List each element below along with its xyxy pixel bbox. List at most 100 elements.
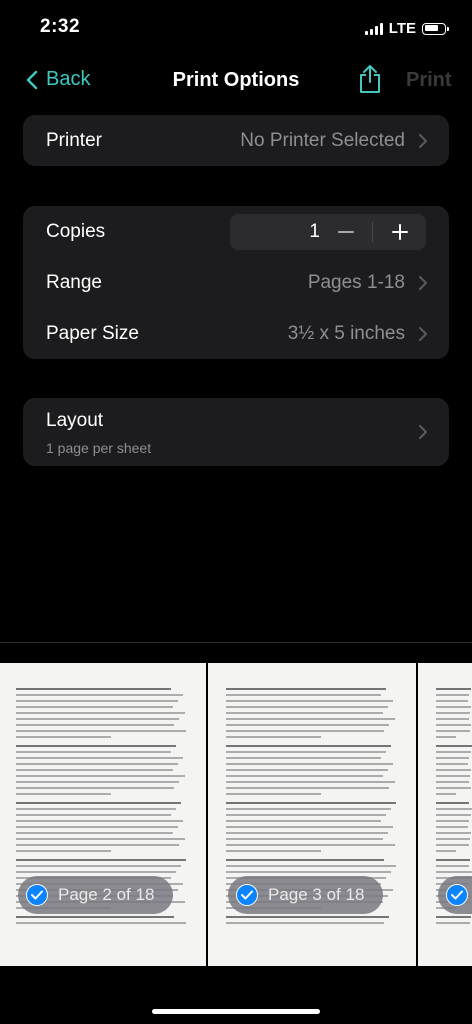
printer-label: Printer (46, 129, 102, 151)
text-line (436, 769, 471, 771)
text-line (436, 688, 471, 690)
text-line (226, 730, 385, 732)
text-line (436, 793, 456, 795)
text-line (16, 787, 175, 789)
minus-icon (337, 231, 354, 233)
text-line (436, 808, 472, 810)
text-line (226, 736, 321, 738)
navigation-bar: Back Print Options Print (0, 58, 472, 104)
text-line (226, 712, 383, 714)
text-line (226, 826, 393, 828)
text-line (226, 694, 381, 696)
network-label: LTE (388, 20, 416, 37)
page-preview[interactable]: Page 2 of 18 (0, 663, 206, 966)
home-indicator (152, 1009, 320, 1014)
text-line (226, 787, 390, 789)
text-line (226, 718, 395, 720)
text-line (436, 859, 471, 861)
text-line (16, 700, 178, 702)
range-row[interactable]: Range Pages 1-18 (23, 257, 449, 308)
text-line (436, 700, 469, 702)
text-line (16, 871, 176, 873)
print-button[interactable]: Print (406, 69, 452, 92)
text-line (436, 724, 472, 726)
text-line (436, 694, 470, 696)
text-line (226, 781, 395, 783)
text-line (436, 706, 471, 708)
text-line (16, 763, 178, 765)
page-preview[interactable]: Page 3 of 18 (208, 663, 416, 966)
range-value: Pages 1-18 (307, 271, 405, 293)
page-badge (438, 876, 472, 914)
increment-button[interactable] (373, 214, 426, 250)
text-line (436, 850, 456, 852)
text-line (226, 832, 388, 834)
text-line (226, 922, 385, 924)
printer-row[interactable]: Printer No Printer Selected (23, 115, 449, 166)
text-line (226, 844, 395, 846)
decrement-button[interactable] (319, 214, 372, 250)
copies-stepper (319, 214, 426, 250)
checkmark-icon (26, 884, 48, 906)
text-line (16, 736, 111, 738)
text-line (436, 814, 471, 816)
paper-size-row[interactable]: Paper Size 3½ x 5 inches (23, 308, 449, 359)
text-line (436, 718, 469, 720)
copies-row: Copies 1 (23, 206, 449, 257)
text-line (16, 745, 176, 747)
text-line (226, 871, 392, 873)
text-line (436, 826, 469, 828)
layout-row[interactable]: Layout 1 page per sheet (23, 398, 449, 466)
text-line (436, 775, 470, 777)
status-bar: 2:32 LTE (0, 0, 472, 58)
range-label: Range (46, 271, 102, 293)
text-line (226, 775, 383, 777)
text-line (16, 916, 175, 918)
chevron-right-icon (419, 326, 427, 341)
text-line (226, 751, 386, 753)
text-line (226, 793, 321, 795)
text-line (226, 688, 386, 690)
text-line (226, 916, 390, 918)
text-line (16, 802, 182, 804)
text-line (16, 814, 171, 816)
text-line (16, 724, 175, 726)
text-line (16, 844, 180, 846)
text-line (436, 865, 470, 867)
text-line (436, 781, 469, 783)
text-line (436, 838, 470, 840)
layout-group: Layout 1 page per sheet (23, 398, 449, 466)
text-line (226, 757, 381, 759)
text-line (436, 844, 469, 846)
share-button[interactable] (358, 64, 382, 99)
text-line (16, 850, 111, 852)
text-line (226, 745, 392, 747)
checkmark-icon (446, 884, 468, 906)
text-line (16, 808, 176, 810)
share-icon (360, 65, 380, 93)
copies-label: Copies (46, 220, 106, 242)
page-title: Print Options (172, 69, 300, 91)
text-line (16, 820, 183, 822)
chevron-right-icon (419, 133, 427, 148)
printer-group: Printer No Printer Selected (23, 115, 449, 166)
text-line (436, 916, 472, 918)
chevron-right-icon (419, 425, 427, 439)
text-line (436, 832, 471, 834)
layout-label: Layout (46, 410, 104, 431)
plus-icon (391, 224, 408, 240)
text-line (16, 859, 187, 861)
text-line (436, 820, 470, 822)
text-line (226, 769, 388, 771)
text-line (16, 712, 185, 714)
page-preview[interactable] (418, 663, 472, 966)
paper-size-value: 3½ x 5 inches (287, 322, 405, 344)
copies-field[interactable]: 1 (230, 214, 332, 250)
text-line (436, 871, 472, 873)
text-line (16, 826, 178, 828)
text-line (226, 802, 397, 804)
text-line (16, 775, 185, 777)
paper-size-label: Paper Size (46, 322, 139, 344)
text-line (436, 763, 469, 765)
options-group: Copies 1 Range Pages 1-18 Paper Size 3½ … (23, 206, 449, 359)
